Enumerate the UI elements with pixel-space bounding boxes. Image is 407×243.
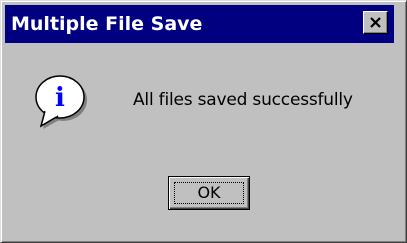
ok-button-label: OK — [197, 183, 221, 202]
window-title: Multiple File Save — [11, 13, 203, 35]
close-icon — [370, 17, 381, 28]
info-glyph: i — [55, 83, 65, 113]
ok-button[interactable]: OK — [168, 176, 250, 210]
message-text: All files saved successfully — [133, 90, 353, 110]
title-bar[interactable]: Multiple File Save — [5, 5, 394, 43]
message-dialog: Multiple File Save i All files saved suc… — [0, 0, 407, 243]
info-icon: i — [35, 75, 87, 129]
close-button[interactable] — [363, 11, 388, 34]
